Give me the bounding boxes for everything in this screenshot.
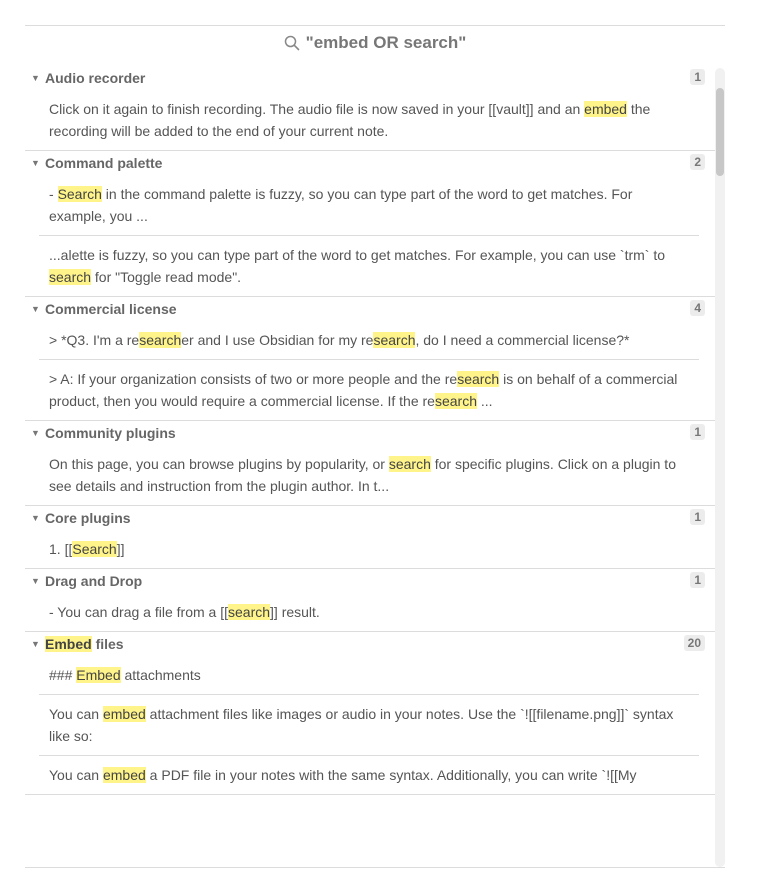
result-group: ▼ Command palette 2 - Search in the command… bbox=[25, 151, 715, 297]
match-text: - You can drag a file from a [[ bbox=[49, 604, 228, 620]
match-highlight: search bbox=[139, 332, 182, 348]
match-highlight: search bbox=[228, 604, 271, 620]
match-text: er and I use Obsidian for my re bbox=[181, 332, 374, 348]
result-group-header[interactable]: ▼ Commercial license 4 bbox=[25, 297, 715, 321]
match-text: - bbox=[49, 186, 58, 202]
match-text: a PDF file in your notes with the same s… bbox=[145, 767, 637, 783]
collapse-arrow-icon[interactable]: ▼ bbox=[31, 513, 45, 523]
match-highlight: search bbox=[457, 371, 500, 387]
search-icon bbox=[284, 35, 300, 51]
match-count-badge: 1 bbox=[690, 424, 705, 440]
match-text: in the command palette is fuzzy, so you … bbox=[49, 186, 633, 224]
result-group-header[interactable]: ▼ Command palette 2 bbox=[25, 151, 715, 175]
result-file-name[interactable]: Core plugins bbox=[45, 510, 131, 526]
collapse-arrow-icon[interactable]: ▼ bbox=[31, 304, 45, 314]
search-match-snippet[interactable]: - Search in the command palette is fuzzy… bbox=[39, 175, 699, 235]
result-group: ▼ Core plugins 1 1. [[Search]] bbox=[25, 506, 715, 569]
result-group: ▼ Embed files 20 ### Embed attachments You c… bbox=[25, 632, 715, 795]
search-results-list[interactable]: ▼ Audio recorder 1 Click on it again to fin… bbox=[25, 66, 715, 867]
search-match-snippet[interactable]: You can embed a PDF file in your notes w… bbox=[39, 755, 699, 794]
match-text: You can bbox=[49, 706, 103, 722]
match-count-badge: 2 bbox=[690, 154, 705, 170]
search-header: "embed OR search" bbox=[25, 30, 725, 56]
result-group-header[interactable]: ▼ Drag and Drop 1 bbox=[25, 569, 715, 593]
collapse-arrow-icon[interactable]: ▼ bbox=[31, 639, 45, 649]
match-highlight: embed bbox=[584, 101, 627, 117]
match-highlight: search bbox=[373, 332, 416, 348]
match-highlight: search bbox=[49, 269, 92, 285]
search-match-snippet[interactable]: ### Embed attachments bbox=[39, 656, 699, 694]
result-group-header[interactable]: ▼ Community plugins 1 bbox=[25, 421, 715, 445]
match-highlight: search bbox=[388, 456, 431, 472]
match-highlight: search bbox=[434, 393, 478, 409]
match-text: > A: If your organization consists of tw… bbox=[49, 371, 458, 387]
result-group-header[interactable]: ▼ Audio recorder 1 bbox=[25, 66, 715, 90]
collapse-arrow-icon[interactable]: ▼ bbox=[31, 428, 45, 438]
match-count-badge: 20 bbox=[683, 635, 705, 651]
search-match-snippet[interactable]: You can embed attachment files like imag… bbox=[39, 694, 699, 755]
search-match-snippet[interactable]: ...alette is fuzzy, so you can type part… bbox=[39, 235, 699, 296]
result-group: ▼ Audio recorder 1 Click on it again to fin… bbox=[25, 66, 715, 151]
match-text: You can bbox=[49, 767, 103, 783]
match-highlight: embed bbox=[102, 706, 146, 722]
scrollbar-track[interactable] bbox=[715, 68, 725, 867]
search-match-snippet[interactable]: On this page, you can browse plugins by … bbox=[39, 445, 699, 505]
match-text: ... bbox=[477, 393, 493, 409]
match-highlight: Search bbox=[57, 186, 102, 202]
match-text: ### bbox=[49, 667, 77, 683]
match-count-badge: 4 bbox=[690, 300, 705, 316]
result-group: ▼ Community plugins 1 On this page, you can… bbox=[25, 421, 715, 506]
scrollbar-thumb[interactable] bbox=[716, 88, 724, 176]
match-text: On this page, you can browse plugins by … bbox=[49, 456, 389, 472]
bottom-divider bbox=[25, 867, 725, 868]
result-file-name[interactable]: Audio recorder bbox=[45, 70, 145, 86]
match-text: ]] bbox=[116, 541, 125, 557]
match-count-badge: 1 bbox=[690, 69, 705, 85]
match-text: Click on it again to finish recording. T… bbox=[49, 101, 585, 117]
search-query-title: "embed OR search" bbox=[305, 33, 467, 52]
search-match-snippet[interactable]: - You can drag a file from a [[search]] … bbox=[39, 593, 699, 631]
collapse-arrow-icon[interactable]: ▼ bbox=[31, 158, 45, 168]
match-text: ...alette is fuzzy, so you can type part… bbox=[49, 247, 666, 263]
match-text: 1. [[ bbox=[49, 541, 73, 557]
result-file-name[interactable]: Community plugins bbox=[45, 425, 176, 441]
collapse-arrow-icon[interactable]: ▼ bbox=[31, 73, 45, 83]
search-match-snippet[interactable]: 1. [[Search]] bbox=[39, 530, 699, 568]
match-highlight: Embed bbox=[76, 667, 121, 683]
result-file-name[interactable]: Embed files bbox=[45, 636, 124, 652]
match-text: , do I need a commercial license?* bbox=[415, 332, 630, 348]
match-text: files bbox=[91, 636, 124, 652]
match-highlight: Search bbox=[72, 541, 117, 557]
result-group: ▼ Commercial license 4 > *Q3. I'm a researc… bbox=[25, 297, 715, 421]
search-match-snippet[interactable]: Click on it again to finish recording. T… bbox=[39, 90, 699, 150]
top-divider bbox=[25, 25, 725, 26]
result-group-header[interactable]: ▼ Core plugins 1 bbox=[25, 506, 715, 530]
match-text: attachments bbox=[120, 667, 201, 683]
result-file-name[interactable]: Drag and Drop bbox=[45, 573, 142, 589]
match-text: > *Q3. I'm a re bbox=[49, 332, 140, 348]
search-match-snippet[interactable]: > *Q3. I'm a researcher and I use Obsidi… bbox=[39, 321, 699, 359]
collapse-arrow-icon[interactable]: ▼ bbox=[31, 576, 45, 586]
result-group-header[interactable]: ▼ Embed files 20 bbox=[25, 632, 715, 656]
match-text: ]] result. bbox=[270, 604, 320, 620]
result-file-name[interactable]: Command palette bbox=[45, 155, 162, 171]
result-group: ▼ Drag and Drop 1 - You can drag a file fro… bbox=[25, 569, 715, 632]
match-highlight: embed bbox=[102, 767, 146, 783]
match-count-badge: 1 bbox=[690, 572, 705, 588]
match-highlight: Embed bbox=[45, 636, 92, 652]
result-file-name[interactable]: Commercial license bbox=[45, 301, 177, 317]
search-match-snippet[interactable]: > A: If your organization consists of tw… bbox=[39, 359, 699, 420]
match-count-badge: 1 bbox=[690, 509, 705, 525]
match-text: for "Toggle read mode". bbox=[91, 269, 242, 285]
